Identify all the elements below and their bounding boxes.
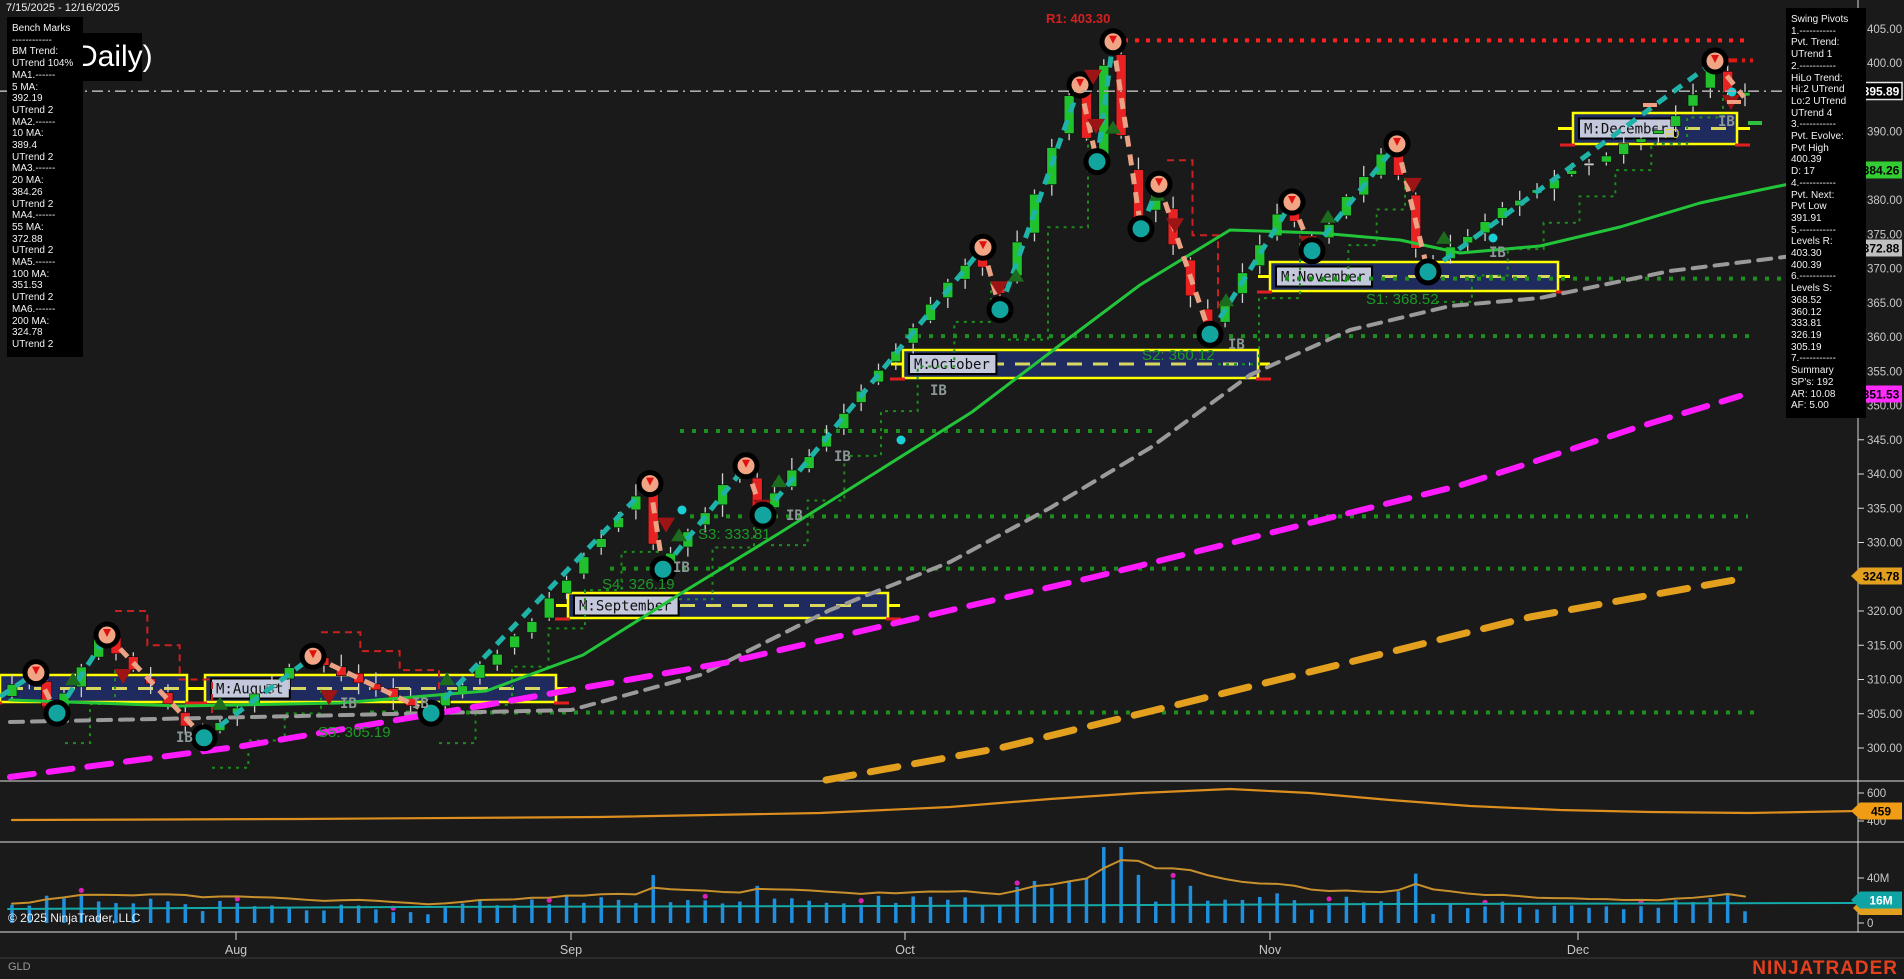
svg-text:310.00: 310.00 [1867,675,1902,687]
svg-text:355.00: 355.00 [1867,366,1902,378]
svg-text:S3: 333.81: S3: 333.81 [698,526,771,543]
svg-text:390.00: 390.00 [1867,127,1902,139]
svg-text:320.00: 320.00 [1867,606,1902,618]
svg-text:365.00: 365.00 [1867,298,1902,310]
svg-text:16M: 16M [1869,894,1892,908]
svg-text:370.00: 370.00 [1867,264,1902,276]
svg-text:IB: IB [340,696,357,712]
svg-text:IB: IB [673,560,690,576]
svg-text:IB: IB [930,383,947,399]
svg-text:S1: 368.52: S1: 368.52 [1366,291,1439,308]
svg-text:Oct: Oct [895,943,915,957]
svg-text:IB: IB [412,696,429,712]
cyan-dot [678,506,687,515]
svg-text:0: 0 [1867,918,1873,930]
cyan-dot [1489,234,1498,243]
svg-text:351.53: 351.53 [1863,388,1900,402]
svg-text:IB: IB [1718,114,1735,130]
svg-text:300.00: 300.00 [1867,743,1902,755]
svg-text:340.00: 340.00 [1867,469,1902,481]
chart-title: Daily) [76,40,153,74]
svg-text:Aug: Aug [225,943,247,957]
r1-resistance-label: R1: 403.30 [1046,11,1110,26]
svg-text:IB: IB [1228,337,1245,353]
svg-text:315.00: 315.00 [1867,640,1902,652]
svg-text:S2: 360.12: S2: 360.12 [1142,347,1215,364]
svg-text:IB: IB [834,449,851,465]
svg-text:330.00: 330.00 [1867,538,1902,550]
svg-text:IB: IB [176,730,193,746]
svg-text:S4: 326.19: S4: 326.19 [602,576,675,593]
svg-text:360.00: 360.00 [1867,332,1902,344]
swing-pivots-panel: Swing Pivots 1.----------- Pvt. Trend: U… [1786,8,1866,418]
svg-text:M:October: M:October [914,357,990,373]
symbol-label: GLD [8,961,31,973]
svg-text:405.00: 405.00 [1867,24,1902,36]
price-chart[interactable]: M:AugustM:SeptemberM:OctoberM:NovemberM:… [0,0,1904,979]
svg-text:459: 459 [1871,805,1891,819]
date-range-label: 7/15/2025 - 12/16/2025 [6,2,120,14]
copyright-label: © 2025 NinjaTrader, LLC [8,911,140,925]
ninjatrader-logo: NINJATRADER [1752,958,1898,979]
svg-text:600: 600 [1867,788,1886,800]
svg-text:Nov: Nov [1259,943,1282,957]
svg-text:324.78: 324.78 [1863,570,1900,584]
svg-text:Dec: Dec [1567,943,1589,957]
bench-marks-panel: Bench Marks ------------ BM Trend: UTren… [7,17,83,357]
svg-text:40M: 40M [1867,873,1889,885]
svg-text:400.00: 400.00 [1867,58,1902,70]
svg-text:395.89: 395.89 [1863,85,1900,99]
svg-text:335.00: 335.00 [1867,503,1902,515]
cyan-dot [897,436,906,445]
svg-text:S5: 305.19: S5: 305.19 [318,724,391,741]
cyan-dot [1728,88,1737,97]
ninjatrader-chart-window: M:AugustM:SeptemberM:OctoberM:NovemberM:… [0,0,1904,979]
svg-text:F0: F0 [1664,126,1679,141]
svg-text:IB: IB [1489,245,1506,261]
svg-text:384.26: 384.26 [1863,164,1900,178]
svg-text:IB: IB [786,508,803,524]
svg-text:372.88: 372.88 [1863,242,1900,256]
svg-text:Sep: Sep [560,943,582,957]
svg-text:375.00: 375.00 [1867,229,1902,241]
svg-text:305.00: 305.00 [1867,709,1902,721]
svg-text:345.00: 345.00 [1867,435,1902,447]
svg-text:380.00: 380.00 [1867,195,1902,207]
